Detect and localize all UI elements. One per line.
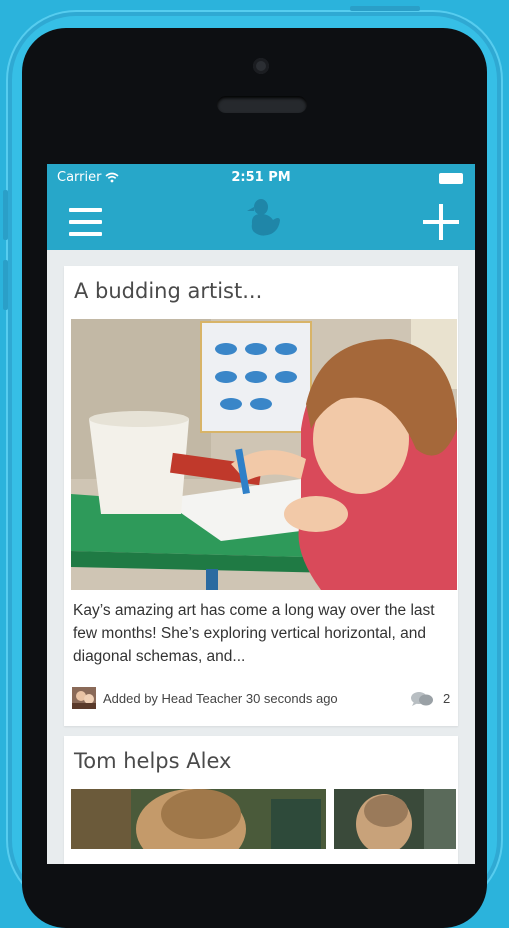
post-photo[interactable]	[71, 789, 326, 849]
battery-icon	[439, 173, 463, 184]
status-bar: Carrier 2:51 PM	[47, 164, 475, 192]
add-post-button[interactable]	[423, 204, 459, 240]
post-title: Tom helps Alex	[74, 749, 232, 773]
nav-bar	[47, 192, 475, 250]
post-card[interactable]: A budding artist... Kay’s amazing art ha…	[64, 266, 458, 726]
avatar	[72, 687, 96, 709]
post-card[interactable]: Tom helps Alex	[64, 736, 458, 864]
volume-button	[3, 260, 8, 310]
duck-logo-icon	[247, 199, 280, 236]
post-body: Kay’s amazing art has come a long way ov…	[73, 602, 435, 665]
app-screen: Carrier 2:51 PM A budding artist... Kay’…	[47, 164, 475, 864]
earpiece-speaker	[217, 96, 307, 113]
post-title: A budding artist...	[74, 279, 263, 303]
clock: 2:51 PM	[231, 170, 291, 185]
menu-icon[interactable]	[69, 208, 102, 236]
post-author-time: Added by Head Teacher 30 seconds ago	[103, 691, 338, 706]
post-meta: Added by Head Teacher 30 seconds ago 2	[72, 687, 456, 713]
power-button	[350, 6, 420, 11]
comment-icon[interactable]	[410, 691, 434, 707]
front-camera	[253, 58, 269, 74]
post-photo[interactable]	[71, 319, 457, 590]
comment-count: 2	[443, 691, 451, 706]
post-photo[interactable]	[334, 789, 456, 849]
volume-button	[3, 190, 8, 240]
